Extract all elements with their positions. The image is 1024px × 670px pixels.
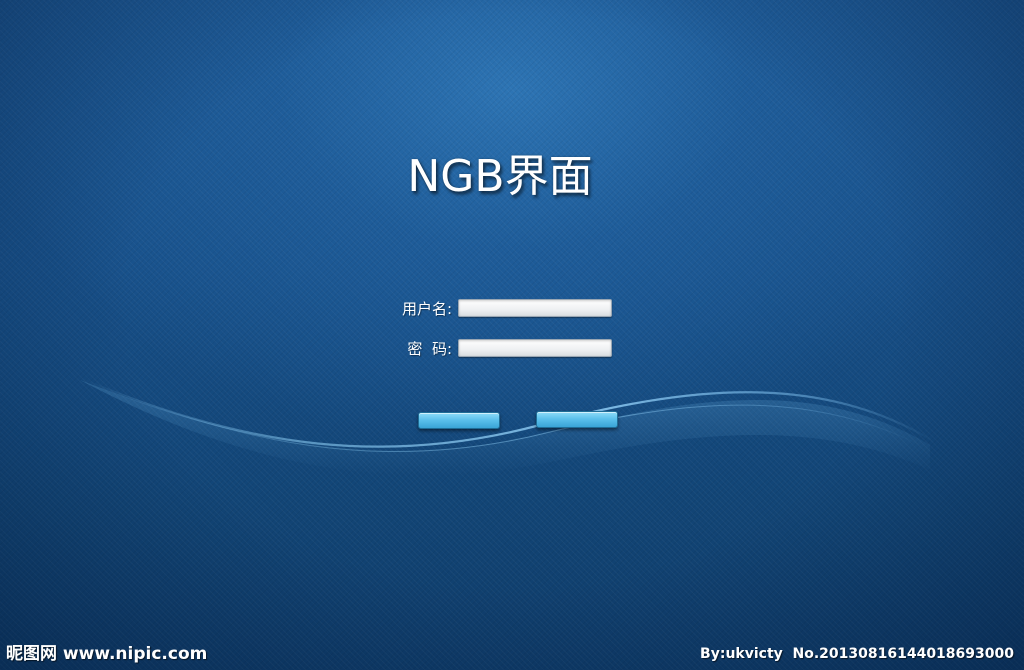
- password-label: 密 码:: [407, 339, 452, 358]
- page-title: NGB界面: [407, 151, 593, 202]
- watermark-site: 昵图网 www.nipic.com: [6, 644, 208, 664]
- login-button[interactable]: [418, 412, 500, 429]
- password-row: 密 码:: [380, 338, 612, 358]
- watermark-credit: By:ukvicty No.20130816144018693000: [700, 646, 1014, 662]
- reset-button[interactable]: [536, 411, 618, 428]
- decorative-wave: [79, 376, 936, 476]
- password-input[interactable]: [458, 339, 612, 357]
- username-input[interactable]: [458, 299, 612, 317]
- background-texture: [0, 0, 1024, 670]
- username-row: 用户名:: [380, 298, 612, 318]
- background-vignette: [0, 0, 1024, 670]
- login-screen: NGB界面 用户名: 密 码: 昵图网 www.nipic.com By:ukv…: [0, 0, 1024, 670]
- username-label: 用户名:: [401, 299, 452, 318]
